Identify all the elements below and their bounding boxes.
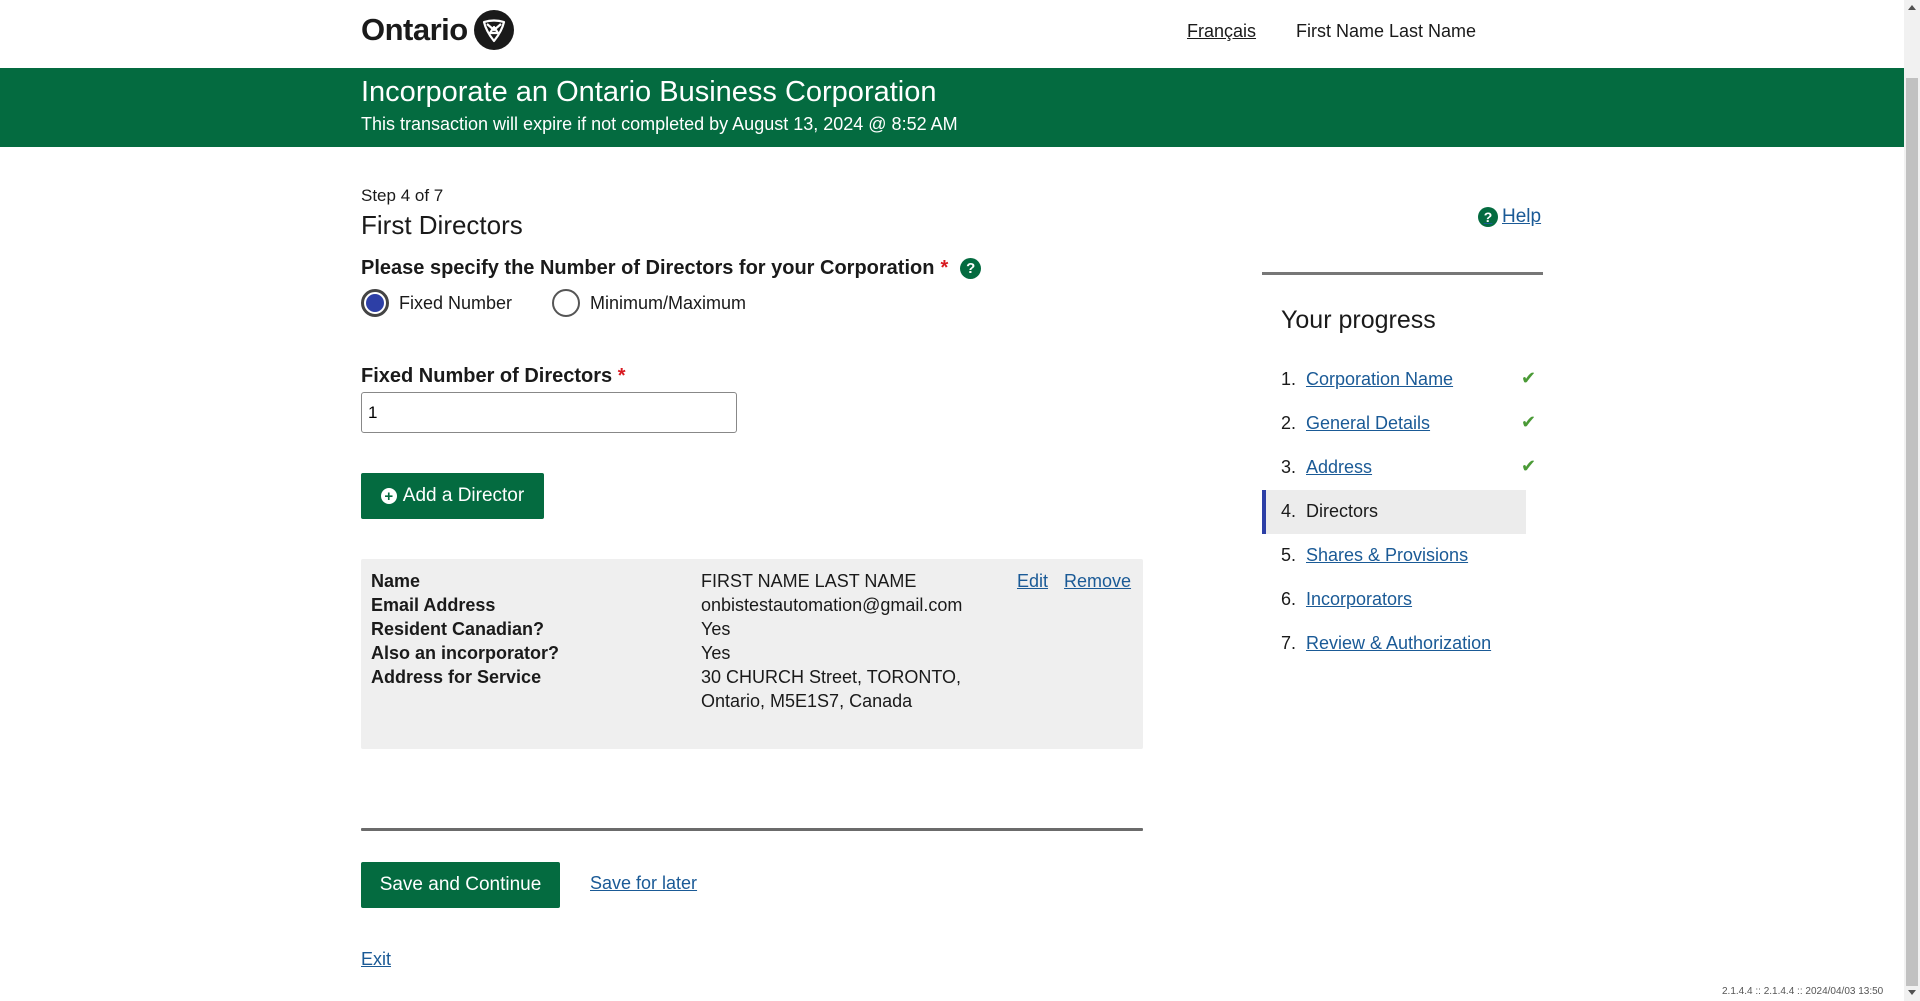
- fixed-number-input[interactable]: [361, 392, 737, 433]
- step-link[interactable]: General Details: [1306, 413, 1430, 434]
- save-for-later-link[interactable]: Save for later: [590, 873, 697, 894]
- field-value: FIRST NAME LAST NAME: [701, 571, 917, 591]
- top-header: Ontario Français First Name Last Name: [0, 0, 1904, 68]
- field-value-line1: 30 CHURCH Street, TORONTO,: [701, 667, 962, 687]
- step-number: 7.: [1281, 633, 1297, 653]
- trillium-icon: [473, 10, 514, 50]
- scroll-down-arrow-icon[interactable]: [1908, 990, 1916, 995]
- step-number: 5.: [1281, 545, 1297, 565]
- step-link[interactable]: Review & Authorization: [1306, 633, 1491, 654]
- required-asterisk: *: [617, 365, 626, 387]
- director-card: Name FIRST NAME LAST NAME Edit Remove Em…: [361, 559, 1143, 749]
- sidebar-divider: [1262, 272, 1543, 275]
- page-title: First Directors: [361, 210, 523, 240]
- progress-step-corporation-name[interactable]: 1. Corporation Name: [1262, 358, 1522, 402]
- remove-director-link[interactable]: Remove: [1064, 571, 1131, 592]
- progress-step-directors-current: 4. Directors: [1262, 490, 1526, 534]
- step-link[interactable]: Incorporators: [1306, 589, 1412, 610]
- step-number: 4.: [1281, 501, 1297, 521]
- field-label: Resident Canadian?: [371, 619, 545, 639]
- section-divider: [361, 828, 1143, 831]
- field-value: Yes: [701, 619, 731, 639]
- banner-expiry-text: This transaction will expire if not comp…: [361, 114, 958, 134]
- step-number: 6.: [1281, 589, 1297, 609]
- step-label: Directors: [1306, 501, 1379, 521]
- field-value-line2: Ontario, M5E1S7, Canada: [701, 691, 913, 711]
- directors-question: Please specify the Number of Directors f…: [361, 257, 982, 280]
- logo-text: Ontario: [361, 12, 468, 47]
- step-number: 3.: [1281, 457, 1297, 477]
- required-asterisk: *: [940, 257, 949, 279]
- add-director-label: Add a Director: [402, 485, 525, 506]
- ontario-logo[interactable]: Ontario: [361, 10, 514, 50]
- question-help-icon[interactable]: ?: [960, 258, 982, 279]
- plus-circle-icon: +: [380, 488, 397, 504]
- field-value: Yes: [701, 643, 731, 663]
- step-link[interactable]: Corporation Name: [1306, 369, 1453, 390]
- help-icon: ?: [1478, 207, 1498, 227]
- exit-link[interactable]: Exit: [361, 949, 391, 970]
- radio-minimum-maximum[interactable]: Minimum/Maximum: [552, 289, 746, 317]
- progress-step-incorporators[interactable]: 6. Incorporators: [1262, 578, 1522, 622]
- progress-step-general-details[interactable]: 2. General Details: [1262, 402, 1522, 446]
- step-indicator: Step 4 of 7: [361, 186, 444, 205]
- field-label: Name: [371, 571, 421, 591]
- check-icon: ✔: [1521, 412, 1537, 432]
- help-link[interactable]: ? Help: [1478, 206, 1541, 228]
- step-link[interactable]: Address: [1306, 457, 1372, 478]
- progress-title: Your progress: [1281, 306, 1436, 334]
- question-text: Please specify the Number of Directors f…: [361, 257, 935, 279]
- radio-button[interactable]: [552, 289, 581, 317]
- version-text: 2.1.4.4 :: 2.1.4.4 :: 2024/04/03 13:50: [1722, 986, 1884, 997]
- step-number: 1.: [1281, 369, 1297, 389]
- language-toggle-link[interactable]: Français: [1187, 21, 1256, 42]
- director-actions: Edit Remove: [1017, 571, 1131, 592]
- progress-step-shares-provisions[interactable]: 5. Shares & Provisions: [1262, 534, 1522, 578]
- check-icon: ✔: [1521, 368, 1537, 388]
- field-label: Address for Service: [371, 667, 542, 687]
- progress-step-review-authorization[interactable]: 7. Review & Authorization: [1262, 622, 1522, 666]
- progress-step-address[interactable]: 3. Address: [1262, 446, 1522, 490]
- page-banner: Incorporate an Ontario Business Corporat…: [0, 68, 1904, 147]
- banner-title: Incorporate an Ontario Business Corporat…: [361, 76, 937, 108]
- fixed-number-label: Fixed Number of Directors *: [361, 365, 626, 388]
- step-link[interactable]: Shares & Provisions: [1306, 545, 1468, 566]
- add-director-button[interactable]: + Add a Director: [361, 473, 544, 519]
- fixed-number-label-text: Fixed Number of Directors: [361, 365, 613, 387]
- radio-label: Minimum/Maximum: [590, 292, 747, 313]
- field-value: onbistestautomation@gmail.com: [701, 595, 963, 615]
- scrollbar-thumb[interactable]: [1906, 78, 1918, 986]
- radio-label: Fixed Number: [399, 292, 513, 313]
- field-label: Also an incorporator?: [371, 643, 560, 663]
- field-label: Email Address: [371, 595, 496, 615]
- check-icon: ✔: [1521, 456, 1537, 476]
- step-number: 2.: [1281, 413, 1297, 433]
- radio-button-selected[interactable]: [361, 289, 389, 317]
- directors-type-radio-group: Fixed Number Minimum/Maximum: [361, 289, 786, 317]
- edit-director-link[interactable]: Edit: [1017, 571, 1048, 592]
- save-and-continue-button[interactable]: Save and Continue: [361, 862, 560, 908]
- help-label: Help: [1502, 206, 1542, 227]
- user-name[interactable]: First Name Last Name: [1296, 21, 1476, 42]
- vertical-scrollbar[interactable]: [1904, 0, 1920, 1001]
- radio-fixed-number[interactable]: Fixed Number: [361, 289, 512, 317]
- scroll-up-arrow-icon[interactable]: [1908, 5, 1916, 10]
